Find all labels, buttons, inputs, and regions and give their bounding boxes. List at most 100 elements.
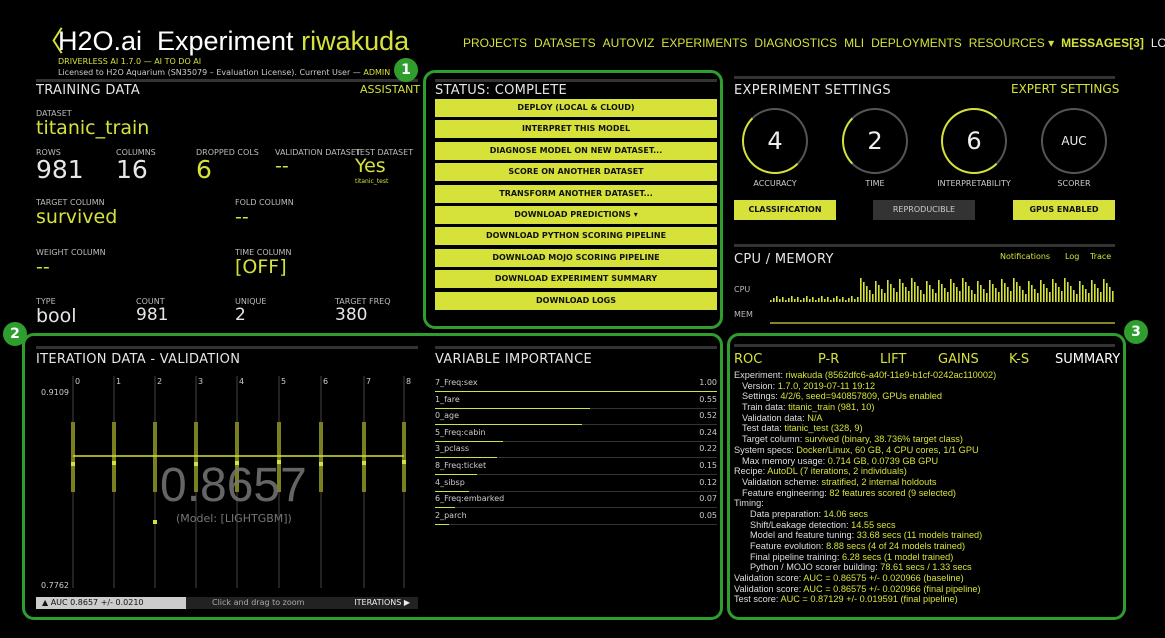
cpu-bar (1052, 279, 1054, 302)
nav-diagnostics[interactable]: DIAGNOSTICS (754, 36, 837, 50)
count-value: 981 (136, 305, 169, 325)
cpu-bar (1070, 286, 1072, 302)
cpu-bar (848, 298, 850, 302)
highlight-box-1 (423, 70, 723, 329)
cpu-divider (734, 244, 1115, 247)
log-link[interactable]: Log (1065, 252, 1079, 261)
cpu-bar (794, 299, 796, 302)
nav-logout[interactable]: LOGOUT (1151, 36, 1165, 50)
nav-resources[interactable]: RESOURCES ▾ (969, 36, 1054, 50)
cpu-bar (839, 299, 841, 302)
scorer-dial[interactable]: AUC (1041, 108, 1107, 174)
cpu-bar (821, 296, 823, 302)
cpu-bar (980, 285, 982, 302)
cpu-bar (938, 280, 940, 302)
rows-value: 981 (36, 155, 84, 184)
cpu-bar (977, 281, 979, 302)
cpu-bar (1064, 278, 1066, 302)
fold-value[interactable]: -- (235, 206, 249, 228)
test-value[interactable]: Yes (355, 155, 386, 177)
cpu-bar (1103, 279, 1105, 302)
cpu-bar (1007, 287, 1009, 302)
nav-deployments[interactable]: DEPLOYMENTS (871, 36, 962, 50)
unique-value: 2 (235, 305, 246, 325)
cpu-bar (1085, 289, 1087, 302)
accuracy-dial[interactable]: 4 (742, 108, 808, 174)
brand-logo-text: H2O.ai (58, 26, 143, 56)
highlight-box-3 (727, 333, 1126, 620)
cpu-bar (836, 296, 838, 302)
notifications-link[interactable]: Notifications (1000, 252, 1050, 261)
cpu-bar (1106, 283, 1108, 302)
expert-settings-link[interactable]: EXPERT SETTINGS (1011, 82, 1119, 96)
cpu-bar (875, 281, 877, 302)
cpu-bar (905, 287, 907, 302)
cpu-bar (911, 278, 913, 302)
cpu-bar (935, 293, 937, 302)
cpu-bar (1112, 291, 1114, 302)
interpretability-dial[interactable]: 6 (941, 108, 1007, 174)
time-dial[interactable]: 2 (842, 108, 908, 174)
cpu-bar (842, 297, 844, 302)
target-value[interactable]: survived (36, 206, 117, 228)
nav-datasets[interactable]: DATASETS (534, 36, 596, 50)
cpu-bar (1040, 280, 1042, 302)
cpu-bar (1010, 291, 1012, 302)
cpu-bar (809, 299, 811, 302)
cpu-bar (782, 297, 784, 302)
gpus-enabled-toggle[interactable]: GPUS ENABLED (1013, 200, 1115, 220)
badge-1: 1 (394, 58, 418, 82)
nav-mli[interactable]: MLI (844, 36, 864, 50)
cpu-bar (878, 285, 880, 302)
assistant-link[interactable]: ASSISTANT (360, 83, 420, 96)
reproducible-toggle[interactable]: REPRODUCIBLE (873, 200, 975, 220)
cpu-bar (1073, 290, 1075, 302)
cpu-bar (1088, 293, 1090, 302)
dataset-name[interactable]: titanic_train (36, 117, 149, 139)
cpu-bar (1028, 281, 1030, 302)
training-divider (36, 79, 418, 82)
top-nav: PROJECTS DATASETS AUTOVIZ EXPERIMENTS DI… (463, 36, 1165, 50)
weight-value[interactable]: -- (36, 256, 50, 278)
highlight-box-2 (22, 333, 723, 620)
cpu-bar (1067, 282, 1069, 302)
test-dataset-name: titanic_test (355, 178, 389, 185)
cpu-bar (1091, 280, 1093, 302)
classification-tag[interactable]: CLASSIFICATION (734, 200, 836, 220)
nav-experiments[interactable]: EXPERIMENTS (661, 36, 747, 50)
cpu-bar (1055, 283, 1057, 302)
nav-autoviz[interactable]: AUTOVIZ (603, 36, 655, 50)
cpu-bar (941, 284, 943, 302)
dropped-value[interactable]: 6 (196, 155, 212, 184)
cpu-bar (833, 298, 835, 302)
cpu-bar (893, 288, 895, 302)
cpu-bar (920, 290, 922, 302)
cpu-title: CPU / MEMORY (734, 252, 834, 267)
training-title: TRAINING DATA (36, 83, 141, 98)
cpu-bar (800, 300, 802, 302)
cpu-bar (818, 298, 820, 302)
cpu-bar (1082, 285, 1084, 302)
settings-title: EXPERIMENT SETTINGS (734, 83, 891, 98)
cpu-bar (1109, 287, 1111, 302)
cpu-bar (854, 299, 856, 302)
cpu-bar (1049, 292, 1051, 302)
freq-value: 380 (335, 305, 368, 325)
cpu-bar (896, 292, 898, 302)
license-text: Licensed to H2O Aquarium (SN35079 – Eval… (58, 68, 361, 77)
cpu-usage-chart (770, 278, 1114, 302)
scorer-label: SCORER (1057, 179, 1091, 188)
cpu-bar (872, 294, 874, 302)
cpu-bar (776, 296, 778, 302)
cpu-bar (953, 283, 955, 302)
nav-projects[interactable]: PROJECTS (463, 36, 527, 50)
cpu-bar (830, 300, 832, 302)
badge-3: 3 (1124, 320, 1148, 344)
cpu-bar (971, 290, 973, 302)
cpu-bar (986, 293, 988, 302)
trace-link[interactable]: Trace (1090, 252, 1111, 261)
nav-messages[interactable]: MESSAGES[3] (1061, 36, 1144, 50)
cpu-bar (899, 279, 901, 302)
cpu-bar (950, 279, 952, 302)
time-col-value[interactable]: [OFF] (235, 256, 287, 278)
